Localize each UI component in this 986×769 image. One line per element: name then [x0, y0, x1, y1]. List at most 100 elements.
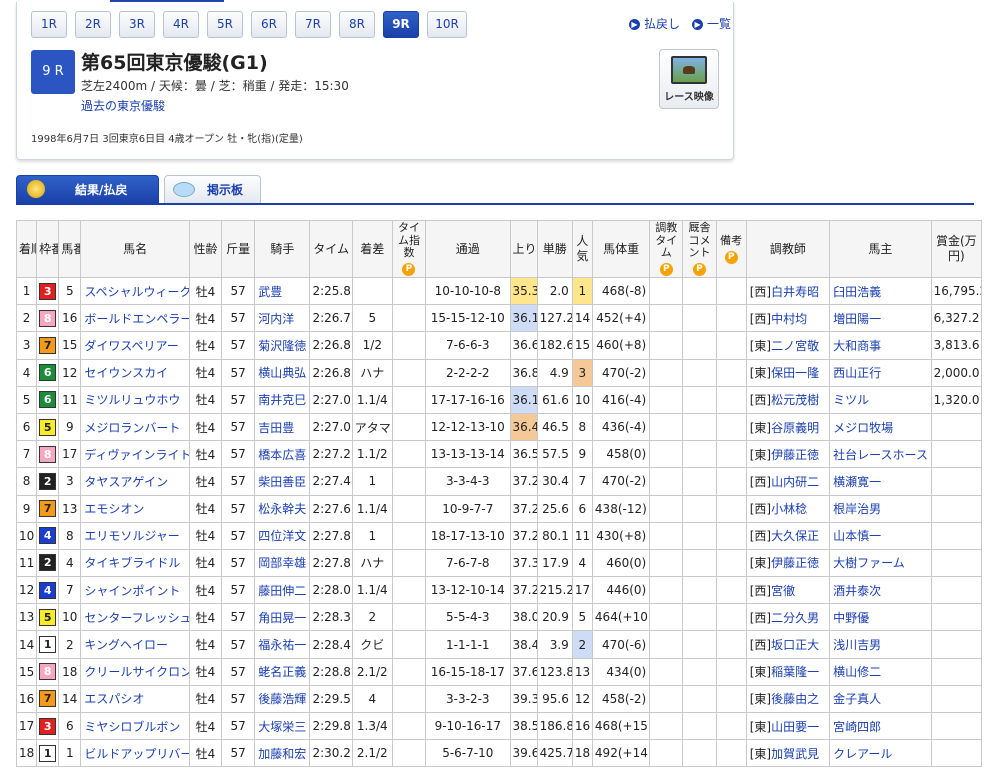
trainer-link[interactable]: 小林稔 [771, 502, 807, 516]
owner-cell-link[interactable]: 宮崎四郎 [833, 720, 881, 734]
horse-name-cell-link[interactable]: エリモソルジャー [84, 529, 179, 543]
trainer-link[interactable]: 谷原義明 [771, 421, 819, 435]
note-cell [715, 739, 747, 768]
race-tab-10r[interactable]: 10R [427, 11, 467, 38]
owner-cell-link[interactable]: 増田陽一 [833, 312, 881, 326]
owner-cell-link[interactable]: 社台レースホース [833, 448, 928, 462]
trainer-link[interactable]: 白井寿昭 [771, 285, 819, 299]
race-tab-3r[interactable]: 3R [119, 11, 155, 38]
table-row: 14 1 2 キングヘイロー 牡4 57 福永祐一 2:28.4 クビ 1-1-1-1 38.4 3.… [15, 630, 983, 659]
jockey-cell-link[interactable]: 大塚栄三 [258, 720, 306, 734]
horse-name-cell-link[interactable]: エスパシオ [84, 692, 144, 706]
horse-name-cell-link[interactable]: ビルドアップリバー [84, 747, 188, 761]
jockey-cell-link[interactable]: 橋本広喜 [258, 448, 306, 462]
time-cell: 2:29.5 [309, 684, 353, 714]
horse-name-cell-link[interactable]: セイウンスカイ [84, 366, 168, 380]
race-tab-9r[interactable]: 9R [383, 11, 419, 38]
time-cell: 2:26.8 [309, 358, 353, 387]
horse-name-cell-link[interactable]: キングヘイロー [84, 638, 168, 652]
owner-cell-link[interactable]: メジロ牧場 [833, 421, 893, 435]
trainer-link[interactable]: 後藤由之 [771, 692, 819, 706]
owner-cell-link[interactable]: 大和商事 [833, 339, 881, 353]
horse-name-cell: メジロランバート [80, 412, 190, 442]
trainer-link[interactable]: 坂口正大 [771, 638, 819, 652]
race-tab-6r[interactable]: 6R [251, 11, 287, 38]
video-icon [671, 56, 707, 84]
horse-name-cell-link[interactable]: ミツルリュウホウ [84, 393, 180, 407]
owner-cell-link[interactable]: ミツル [833, 393, 869, 407]
trainer-region: [東] [749, 420, 772, 435]
owner-cell-link[interactable]: 中野優 [833, 611, 869, 625]
jockey-cell-link[interactable]: 加藤和宏 [258, 747, 306, 761]
horse-name-cell-link[interactable]: ボールドエンペラー [84, 312, 188, 326]
last3f-cell: 37.2 [509, 521, 538, 550]
trainer-link[interactable]: 稲葉隆一 [771, 665, 819, 679]
owner-cell-link[interactable]: クレアール [833, 747, 892, 761]
list-link[interactable]: ▶ 一覧 [692, 15, 731, 32]
trainer-link[interactable]: 松元茂樹 [771, 393, 819, 407]
owner-cell-link[interactable]: 山本慎一 [833, 529, 881, 543]
horse-name-cell-link[interactable]: クリールサイクロン [84, 665, 188, 679]
jockey-cell-link[interactable]: 横山典弘 [258, 366, 306, 380]
owner-cell-link[interactable]: 横山修二 [833, 665, 881, 679]
race-tab-8r[interactable]: 8R [339, 11, 375, 38]
race-tab-7r[interactable]: 7R [295, 11, 331, 38]
horse-name-cell-link[interactable]: ディヴァインライト [84, 448, 188, 462]
trainer-link[interactable]: 大久保正 [771, 529, 819, 543]
owner-cell-link[interactable]: 酒井泰次 [833, 584, 881, 598]
horse-number-cell: 8 [58, 521, 82, 550]
owner-cell-link[interactable]: 金子真人 [833, 692, 881, 706]
owner-cell-link[interactable]: 西山正行 [833, 366, 881, 380]
jockey-cell-link[interactable]: 武豊 [258, 285, 282, 299]
horse-name-cell-link[interactable]: スペシャルウィーク [84, 285, 188, 299]
jockey-cell-link[interactable]: 蛯名正義 [258, 665, 306, 679]
horse-name-cell-link[interactable]: ミヤシロブルボン [84, 720, 180, 734]
jockey-cell-link[interactable]: 柴田善臣 [258, 475, 306, 489]
owner-cell-link[interactable]: 浅川吉男 [833, 638, 881, 652]
jockey-cell-link[interactable]: 南井克巳 [258, 393, 306, 407]
race-tab-5r[interactable]: 5R [207, 11, 243, 38]
jockey-cell-link[interactable]: 後藤浩輝 [258, 692, 306, 706]
trainer-link[interactable]: 山内研二 [771, 475, 819, 489]
trainer-link[interactable]: 保田一隆 [771, 366, 819, 380]
trainer-link[interactable]: 山田要一 [771, 720, 819, 734]
trainer-link[interactable]: 伊藤正徳 [771, 556, 819, 570]
owner-cell-link[interactable]: 根岸治男 [833, 502, 881, 516]
horse-name-cell-link[interactable]: ダイワスペリアー [84, 339, 178, 353]
time-index-cell [391, 711, 427, 741]
trainer-link[interactable]: 二分久男 [771, 611, 819, 625]
jockey-cell-link[interactable]: 河内洋 [258, 312, 294, 326]
owner-cell-link[interactable]: 臼田浩義 [833, 285, 881, 299]
race-tab-2r[interactable]: 2R [75, 11, 111, 38]
horse-name-cell-link[interactable]: タイキブライドル [84, 556, 180, 570]
trainer-link[interactable]: 宮徹 [771, 584, 795, 598]
trainer-region: [西] [749, 284, 772, 299]
jockey-cell-link[interactable]: 四位洋文 [258, 529, 306, 543]
tab-board[interactable]: 掲示板 [164, 175, 261, 204]
horse-name-cell-link[interactable]: センターフレッシュ [84, 611, 188, 625]
jockey-cell-link[interactable]: 角田晃一 [258, 611, 306, 625]
tab-results[interactable]: 結果/払戻 [16, 175, 159, 204]
trainer-link[interactable]: 中村均 [771, 312, 807, 326]
owner-cell-link[interactable]: 横瀬寛一 [833, 475, 881, 489]
horse-name-cell-link[interactable]: シャインポイント [84, 584, 180, 598]
prize-cell: 3,813.6 [930, 331, 983, 360]
horse-name-cell-link[interactable]: タヤスアゲイン [84, 475, 168, 489]
payout-link[interactable]: ▶ 払戻し [629, 15, 680, 32]
jockey-cell-link[interactable]: 藤田伸二 [258, 584, 306, 598]
jockey-cell-link[interactable]: 菊沢隆徳 [258, 339, 306, 353]
jockey-cell-link[interactable]: 岡部幸雄 [258, 556, 306, 570]
trainer-link[interactable]: 二ノ宮敬 [771, 339, 819, 353]
past-races-link[interactable]: 過去の東京優駿 [81, 97, 165, 114]
trainer-link[interactable]: 伊藤正徳 [771, 448, 819, 462]
owner-cell-link[interactable]: 大樹ファーム [833, 556, 905, 570]
jockey-cell-link[interactable]: 松永幹夫 [258, 502, 306, 516]
horse-name-cell-link[interactable]: メジロランバート [84, 421, 180, 435]
race-video-button[interactable]: レース映像 [659, 49, 719, 109]
jockey-cell-link[interactable]: 吉田豊 [258, 421, 294, 435]
race-tab-4r[interactable]: 4R [163, 11, 199, 38]
race-tab-1r[interactable]: 1R [31, 11, 67, 38]
trainer-link[interactable]: 加賀武見 [771, 747, 819, 761]
horse-name-cell-link[interactable]: エモシオン [84, 502, 144, 516]
jockey-cell-link[interactable]: 福永祐一 [258, 638, 306, 652]
